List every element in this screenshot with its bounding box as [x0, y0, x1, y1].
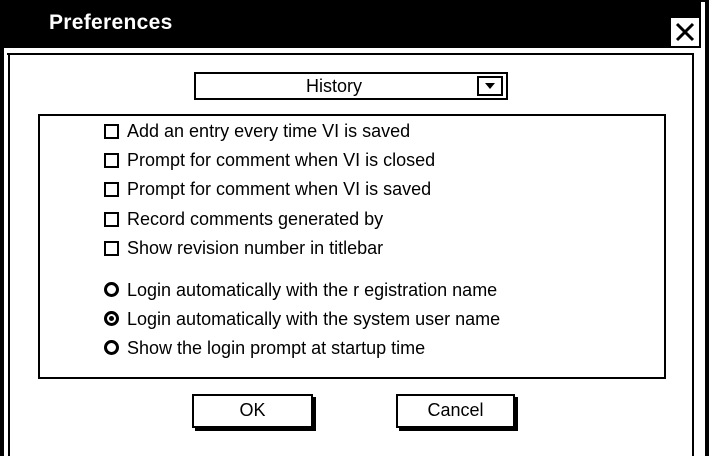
category-dropdown-value: History — [305, 76, 362, 96]
content-frame-left — [8, 53, 10, 456]
radio-button[interactable] — [104, 282, 119, 297]
chevron-down-icon — [485, 83, 495, 89]
checkbox-box[interactable] — [104, 182, 119, 197]
ok-button-shadow — [195, 428, 316, 431]
category-dropdown[interactable]: History — [194, 72, 508, 100]
window-title: Preferences — [49, 11, 173, 34]
checkbox-label: Add an entry every time VI is saved — [127, 121, 411, 141]
checkbox-box[interactable] — [104, 124, 119, 139]
ok-button-shadow — [313, 397, 316, 431]
title-bar[interactable]: Preferences — [0, 0, 701, 48]
radio-button[interactable] — [104, 340, 119, 355]
checkbox-label: Prompt for comment when VI is saved — [127, 179, 432, 199]
radio-label: Login automatically with the system user… — [127, 309, 501, 329]
cancel-button-shadow — [515, 397, 518, 431]
checkbox-box[interactable] — [104, 212, 119, 227]
content-frame-right — [692, 53, 694, 456]
cancel-button-shadow — [399, 428, 518, 431]
radio-label: Login automatically with the r egistrati… — [127, 280, 498, 300]
cancel-button[interactable]: Cancel — [396, 394, 515, 428]
checkbox-box[interactable] — [104, 153, 119, 168]
dropdown-arrow-button[interactable] — [477, 76, 503, 96]
ok-button[interactable]: OK — [192, 394, 313, 428]
checkbox-box[interactable] — [104, 241, 119, 256]
checkbox-label: Prompt for comment when VI is closed — [127, 150, 436, 170]
close-icon — [675, 22, 695, 42]
checkbox-label: Show revision number in titlebar — [127, 238, 384, 258]
radio-label: Show the login prompt at startup time — [127, 338, 426, 358]
radio-button-selected[interactable] — [104, 311, 119, 326]
checkbox-label: Record comments generated by — [127, 209, 384, 229]
close-button[interactable] — [671, 18, 699, 46]
content-frame-top — [7, 53, 694, 55]
